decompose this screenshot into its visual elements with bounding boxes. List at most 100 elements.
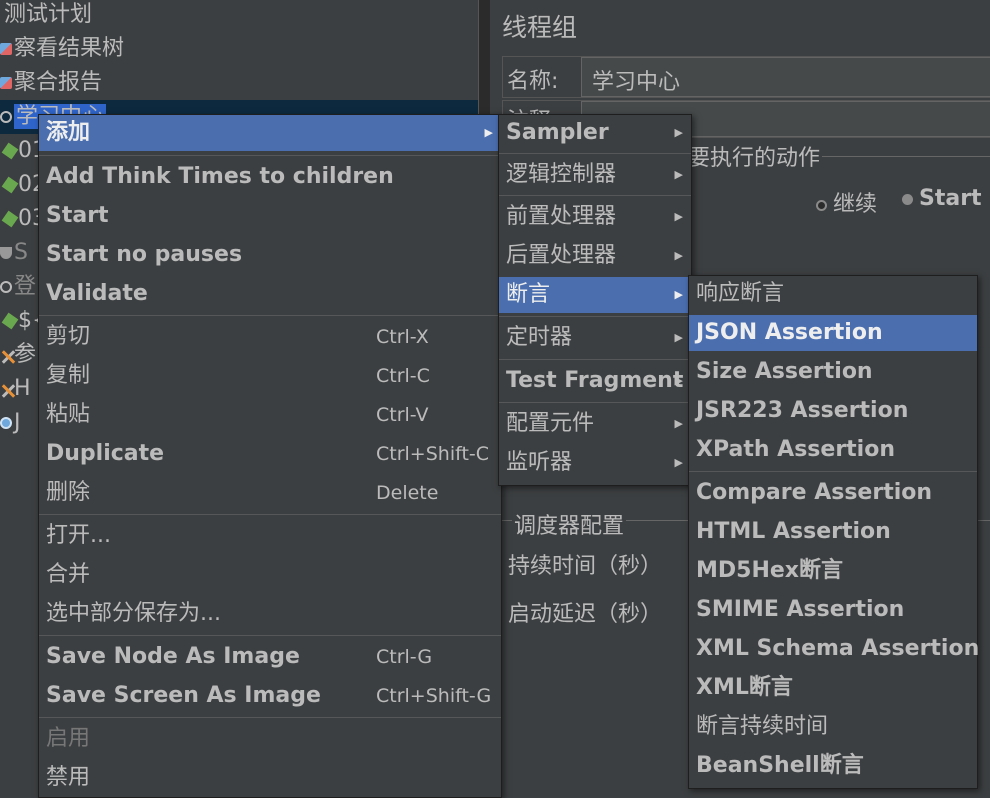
tree-item-label: 察看结果树 [14,36,125,61]
assertion-item-duration[interactable]: 断言持续时间 [689,709,977,745]
assertion-item-xml[interactable]: XML断言 [689,670,977,706]
name-input-value: 学习中心 [592,70,681,95]
menu-item-open[interactable]: 打开... [39,518,501,554]
menu-item-label: 断言 [506,282,551,307]
menu-item-paste[interactable]: 粘贴 Ctrl-V [39,397,501,433]
assertion-item-html[interactable]: HTML Assertion [689,514,977,550]
menu-item-label: Add Think Times to children [46,164,394,189]
menu-separator [499,402,691,403]
tree-item-label: 登 [14,274,37,299]
menu-item-label: XML Schema Assertion [696,636,980,661]
menu-item-label: 启用 [46,726,91,751]
menu-item-label: 断言持续时间 [696,714,829,739]
submenu-item-config-element[interactable]: 配置元件 ▶ [499,406,691,442]
assertion-item-json[interactable]: JSON Assertion [689,315,977,351]
menu-item-save-node-as-image[interactable]: Save Node As Image Ctrl-G [39,639,501,675]
assertion-item-md5hex[interactable]: MD5Hex断言 [689,553,977,589]
pen-icon [1,176,19,194]
submenu-arrow-icon: ▶ [674,417,683,430]
submenu-item-listener[interactable]: 监听器 ▶ [499,445,691,481]
name-input[interactable]: 学习中心 [581,57,990,97]
tree-item-view-results-tree[interactable]: 察看结果树 [0,32,124,66]
submenu-arrow-icon: ▶ [674,456,683,469]
menu-item-label: XML断言 [696,675,793,700]
shield-icon [0,247,12,259]
menu-item-start-no-pauses[interactable]: Start no pauses [39,237,501,273]
tree-item-label: J [14,410,21,435]
assertion-item-xml-schema[interactable]: XML Schema Assertion [689,631,980,667]
submenu-item-sampler[interactable]: Sampler ▶ [499,115,691,151]
menu-item-label: 选中部分保存为... [46,601,221,626]
menu-item-label: Save Node As Image [46,644,300,669]
name-label: 名称: [507,69,559,94]
tree-item-params[interactable]: 参 [0,338,36,372]
menu-item-delete[interactable]: 删除 Delete [39,475,501,511]
pen-icon [1,312,19,330]
submenu-item-test-fragment[interactable]: Test Fragment ▶ [499,363,691,399]
tree-item-s[interactable]: S [0,236,28,270]
tree-item-label: H [14,376,31,401]
menu-separator [499,316,691,317]
submenu-arrow-icon: ▶ [674,126,683,139]
tree-item-label: 聚合报告 [14,70,103,95]
menu-item-shortcut: Ctrl-C [376,365,430,387]
menu-item-add-think-times[interactable]: Add Think Times to children [39,159,501,195]
menu-separator [499,359,691,360]
assertion-item-compare[interactable]: Compare Assertion [689,475,977,511]
radio-unselected-icon [902,193,913,205]
menu-item-label: Sampler [506,120,609,145]
menu-item-label: Compare Assertion [696,480,933,505]
menu-item-enable[interactable]: 启用 [39,721,501,757]
assertion-item-size[interactable]: Size Assertion [689,354,977,390]
tree-item-j[interactable]: J [0,406,21,440]
menu-item-copy[interactable]: 复制 Ctrl-C [39,358,501,394]
pen-icon [1,142,19,160]
menu-item-add[interactable]: 添加 ▶ [39,115,501,151]
assertion-item-beanshell[interactable]: BeanShell断言 [689,748,977,784]
radio-start-next[interactable]: Start N [902,186,990,211]
menu-item-label: 禁用 [46,765,91,790]
menu-separator [39,717,501,718]
menu-item-label: HTML Assertion [696,519,891,544]
tool-icon [0,383,12,395]
menu-item-save-screen-as-image[interactable]: Save Screen As Image Ctrl+Shift-G [39,678,501,714]
menu-item-duplicate[interactable]: Duplicate Ctrl+Shift-C [39,436,501,472]
chart-icon [0,43,12,55]
submenu-item-pre-processor[interactable]: 前置处理器 ▶ [499,199,691,235]
menu-item-disable[interactable]: 禁用 [39,760,501,796]
submenu-item-assertion[interactable]: 断言 ▶ [499,277,691,313]
menu-item-save-selection-as[interactable]: 选中部分保存为... [39,596,501,632]
menu-item-shortcut: Ctrl+Shift-G [376,685,492,707]
assertion-item-smime[interactable]: SMIME Assertion [689,592,977,628]
tool-icon [0,349,12,361]
menu-item-label: 剪切 [46,324,91,349]
menu-item-label: 打开... [46,523,111,548]
menu-item-label: Start [46,203,109,228]
submenu-item-timer[interactable]: 定时器 ▶ [499,320,691,356]
submenu-item-post-processor[interactable]: 后置处理器 ▶ [499,238,691,274]
scheduler-group-label: 调度器配置 [512,508,627,540]
assertion-item-jsr223[interactable]: JSR223 Assertion [689,393,977,429]
submenu-item-logic-controller[interactable]: 逻辑控制器 ▶ [499,157,691,193]
assertion-submenu: 响应断言 JSON Assertion Size Assertion JSR22… [688,275,980,789]
tree-item-http[interactable]: H [0,372,31,406]
menu-item-cut[interactable]: 剪切 Ctrl-X [39,319,501,355]
menu-item-label: Save Screen As Image [46,683,321,708]
submenu-arrow-icon: ▶ [484,126,493,139]
tree-item-test-plan[interactable]: 测试计划 [4,0,92,32]
assertion-item-response[interactable]: 响应断言 [689,276,977,312]
tree-item-login[interactable]: 登 [0,270,36,304]
radio-continue[interactable]: 继续 [816,186,877,218]
duration-label: 持续时间（秒） [508,554,663,579]
menu-separator [39,635,501,636]
menu-item-merge[interactable]: 合并 [39,557,501,593]
menu-item-label: 合并 [46,562,91,587]
assertion-item-xpath[interactable]: XPath Assertion [689,432,977,468]
menu-separator [39,155,501,156]
menu-separator [39,514,501,515]
menu-item-start[interactable]: Start [39,198,501,234]
menu-item-label: 配置元件 [506,411,595,436]
tree-item-label: 参 [14,342,37,367]
tree-item-aggregate-report[interactable]: 聚合报告 [0,66,102,100]
menu-item-validate[interactable]: Validate [39,276,501,312]
